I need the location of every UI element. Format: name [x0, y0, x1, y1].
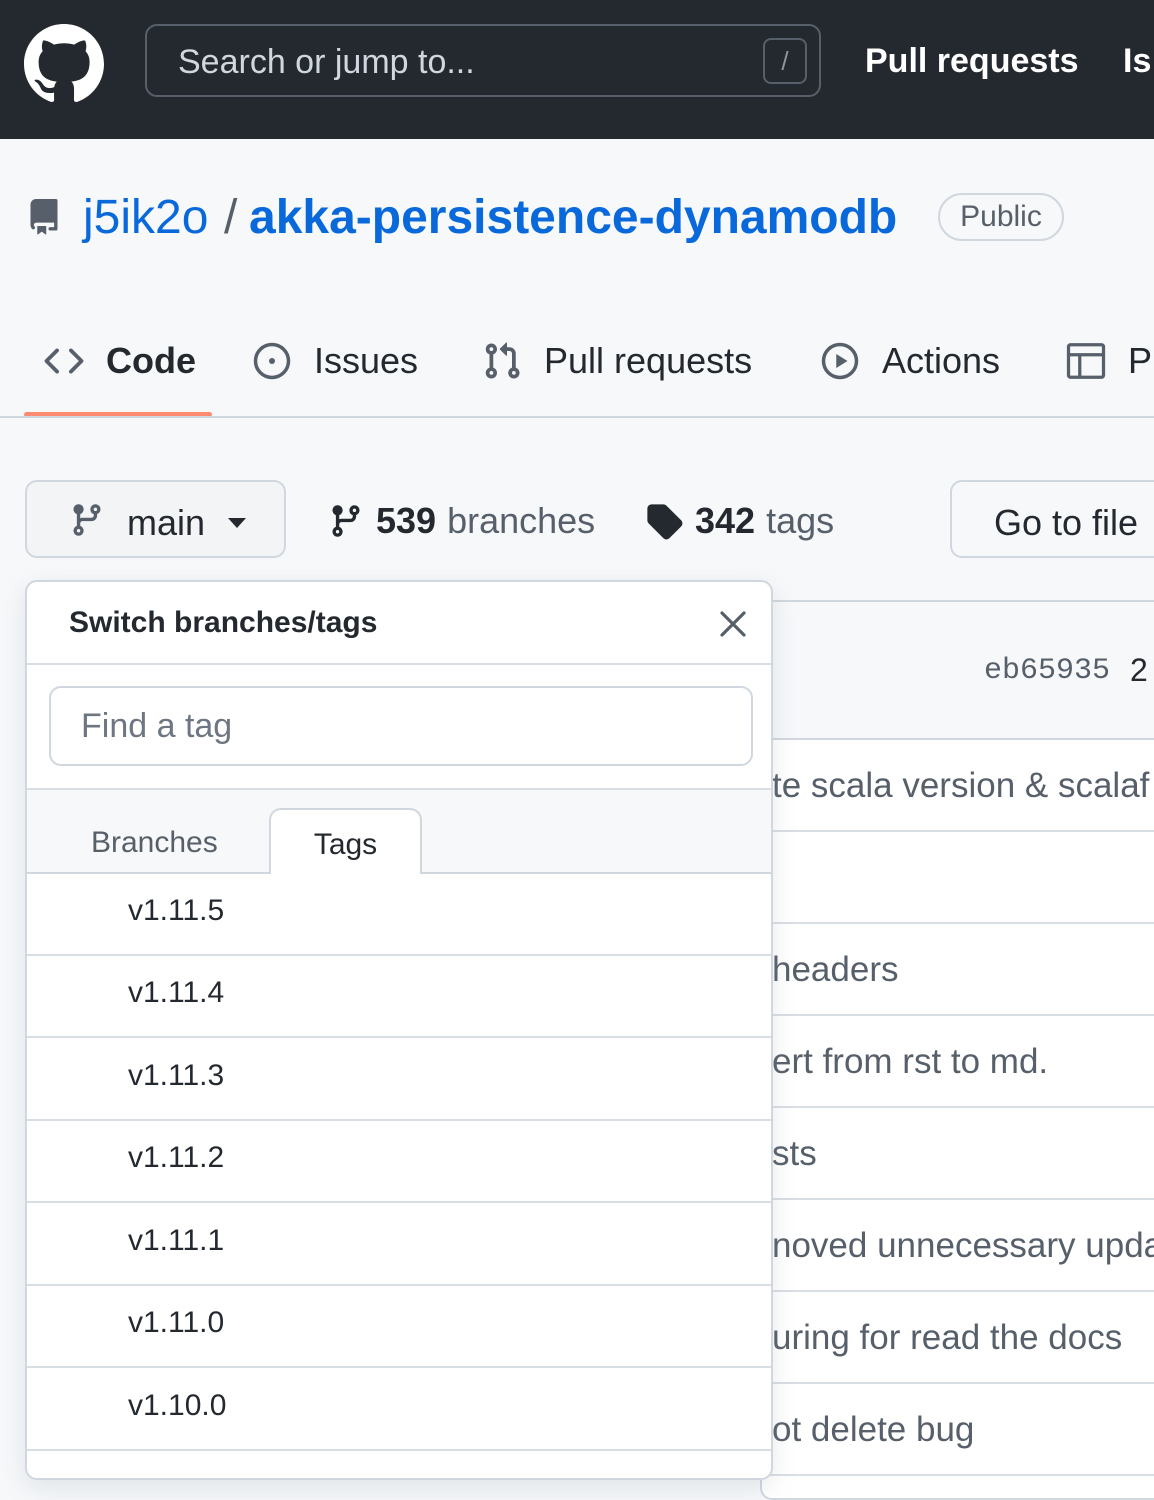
- tag-list-item[interactable]: v1.11.3: [27, 1039, 771, 1121]
- go-to-file-button[interactable]: Go to file: [950, 480, 1154, 558]
- tab-projects[interactable]: P: [1066, 338, 1152, 384]
- dropdown-divider: [27, 663, 771, 665]
- global-header: Search or jump to... / Pull requests Is: [0, 0, 1154, 139]
- tag-name: v1.11.2: [128, 1141, 225, 1174]
- branches-label: branches: [447, 500, 596, 541]
- tabs-divider: [0, 416, 1154, 418]
- tag-name: v1.11.3: [128, 1059, 225, 1092]
- dropdown-divider: [27, 788, 771, 790]
- github-logo-icon[interactable]: [24, 24, 104, 104]
- branch-tag-dropdown: Switch branches/tags Branches Tags v1.11…: [25, 580, 773, 1480]
- commit-sha-link[interactable]: eb65935: [984, 654, 1110, 688]
- tab-branches[interactable]: Branches: [91, 826, 218, 860]
- nav-pull-requests[interactable]: Pull requests: [865, 42, 1079, 81]
- table-icon: [1066, 343, 1106, 379]
- file-row[interactable]: uring for read the docs: [762, 1290, 1154, 1384]
- search-placeholder: Search or jump to...: [178, 43, 475, 81]
- tab-projects-label: P: [1128, 340, 1153, 381]
- tag-list-item[interactable]: v1.11.1: [27, 1204, 771, 1286]
- repo-path-separator: /: [224, 191, 238, 244]
- repo-owner-link[interactable]: j5ik2o: [83, 190, 208, 245]
- tags-link[interactable]: 342 tags: [645, 500, 834, 542]
- tag-name: v1.11.1: [128, 1224, 225, 1257]
- commit-message[interactable]: noved unnecessary upda: [772, 1226, 1154, 1266]
- tag-list-item[interactable]: v1.11.2: [27, 1121, 771, 1203]
- triangle-down-icon: [228, 518, 246, 528]
- branch-select-button[interactable]: main: [25, 480, 286, 558]
- tab-pull-requests-label: Pull requests: [544, 340, 753, 381]
- tab-issues-label: Issues: [314, 340, 419, 381]
- tag-name: v1.10.0: [128, 1389, 227, 1422]
- file-row[interactable]: headers: [762, 922, 1154, 1016]
- code-icon: [44, 348, 84, 374]
- tags-label: tags: [766, 500, 835, 541]
- commit-message[interactable]: te scala version & scalaf: [772, 766, 1149, 806]
- repo-icon: [30, 199, 58, 235]
- file-row[interactable]: ot delete bug: [762, 1382, 1154, 1476]
- issue-opened-icon: [253, 342, 291, 380]
- filter-tags-input[interactable]: [49, 686, 753, 766]
- play-icon: [821, 342, 859, 380]
- file-row[interactable]: sts: [762, 1106, 1154, 1200]
- visibility-badge: Public: [938, 193, 1064, 241]
- git-branch-icon: [73, 504, 101, 536]
- repo-name-link[interactable]: akka-persistence-dynamodb: [249, 190, 897, 245]
- file-row[interactable]: [762, 830, 1154, 924]
- tab-code[interactable]: Code: [44, 338, 196, 384]
- current-branch-label: main: [127, 502, 206, 543]
- branches-count: 539: [376, 500, 437, 541]
- commit-message[interactable]: headers: [772, 950, 898, 990]
- commit-message[interactable]: ot delete bug: [772, 1410, 974, 1450]
- tag-name: v1.11.4: [128, 976, 225, 1009]
- commit-message[interactable]: uring for read the docs: [772, 1318, 1122, 1358]
- tab-actions[interactable]: Actions: [820, 338, 1000, 384]
- git-pull-request-icon: [485, 342, 520, 379]
- close-icon[interactable]: [717, 608, 749, 640]
- tab-issues[interactable]: Issues: [252, 338, 418, 384]
- tab-pull-requests[interactable]: Pull requests: [482, 338, 752, 384]
- search-shortcut-key: /: [763, 38, 807, 84]
- file-row[interactable]: ert from rst to md.: [762, 1014, 1154, 1108]
- file-row[interactable]: te scala version & scalaf: [762, 738, 1154, 832]
- tag-list-item[interactable]: v1.10.0: [27, 1369, 771, 1451]
- commit-message[interactable]: ert from rst to md.: [772, 1042, 1048, 1082]
- git-branch-icon: [332, 505, 360, 537]
- commit-count[interactable]: 2: [1130, 652, 1148, 689]
- commit-message[interactable]: sts: [772, 1134, 817, 1174]
- tags-count: 342: [695, 500, 756, 541]
- tag-icon: [647, 504, 683, 540]
- dropdown-title: Switch branches/tags: [69, 606, 378, 639]
- file-row[interactable]: noved unnecessary upda: [762, 1198, 1154, 1292]
- tag-list-item[interactable]: v1.11.5: [27, 874, 771, 956]
- latest-commit-bar: eb65935 2: [762, 602, 1154, 740]
- file-list: eb65935 2 te scala version & scalaf head…: [760, 600, 1154, 1500]
- tab-tags[interactable]: Tags: [269, 808, 422, 874]
- tag-name: v1.11.0: [128, 1306, 225, 1339]
- tab-actions-label: Actions: [882, 340, 1001, 381]
- nav-issues[interactable]: Is: [1123, 42, 1151, 81]
- tag-list-item[interactable]: v1.11.4: [27, 956, 771, 1038]
- tag-list-item[interactable]: v1.11.0: [27, 1286, 771, 1368]
- search-input[interactable]: Search or jump to... /: [145, 24, 821, 97]
- tab-code-label: Code: [106, 340, 196, 381]
- branches-link[interactable]: 539 branches: [328, 500, 595, 542]
- tag-name: v1.11.5: [128, 894, 225, 927]
